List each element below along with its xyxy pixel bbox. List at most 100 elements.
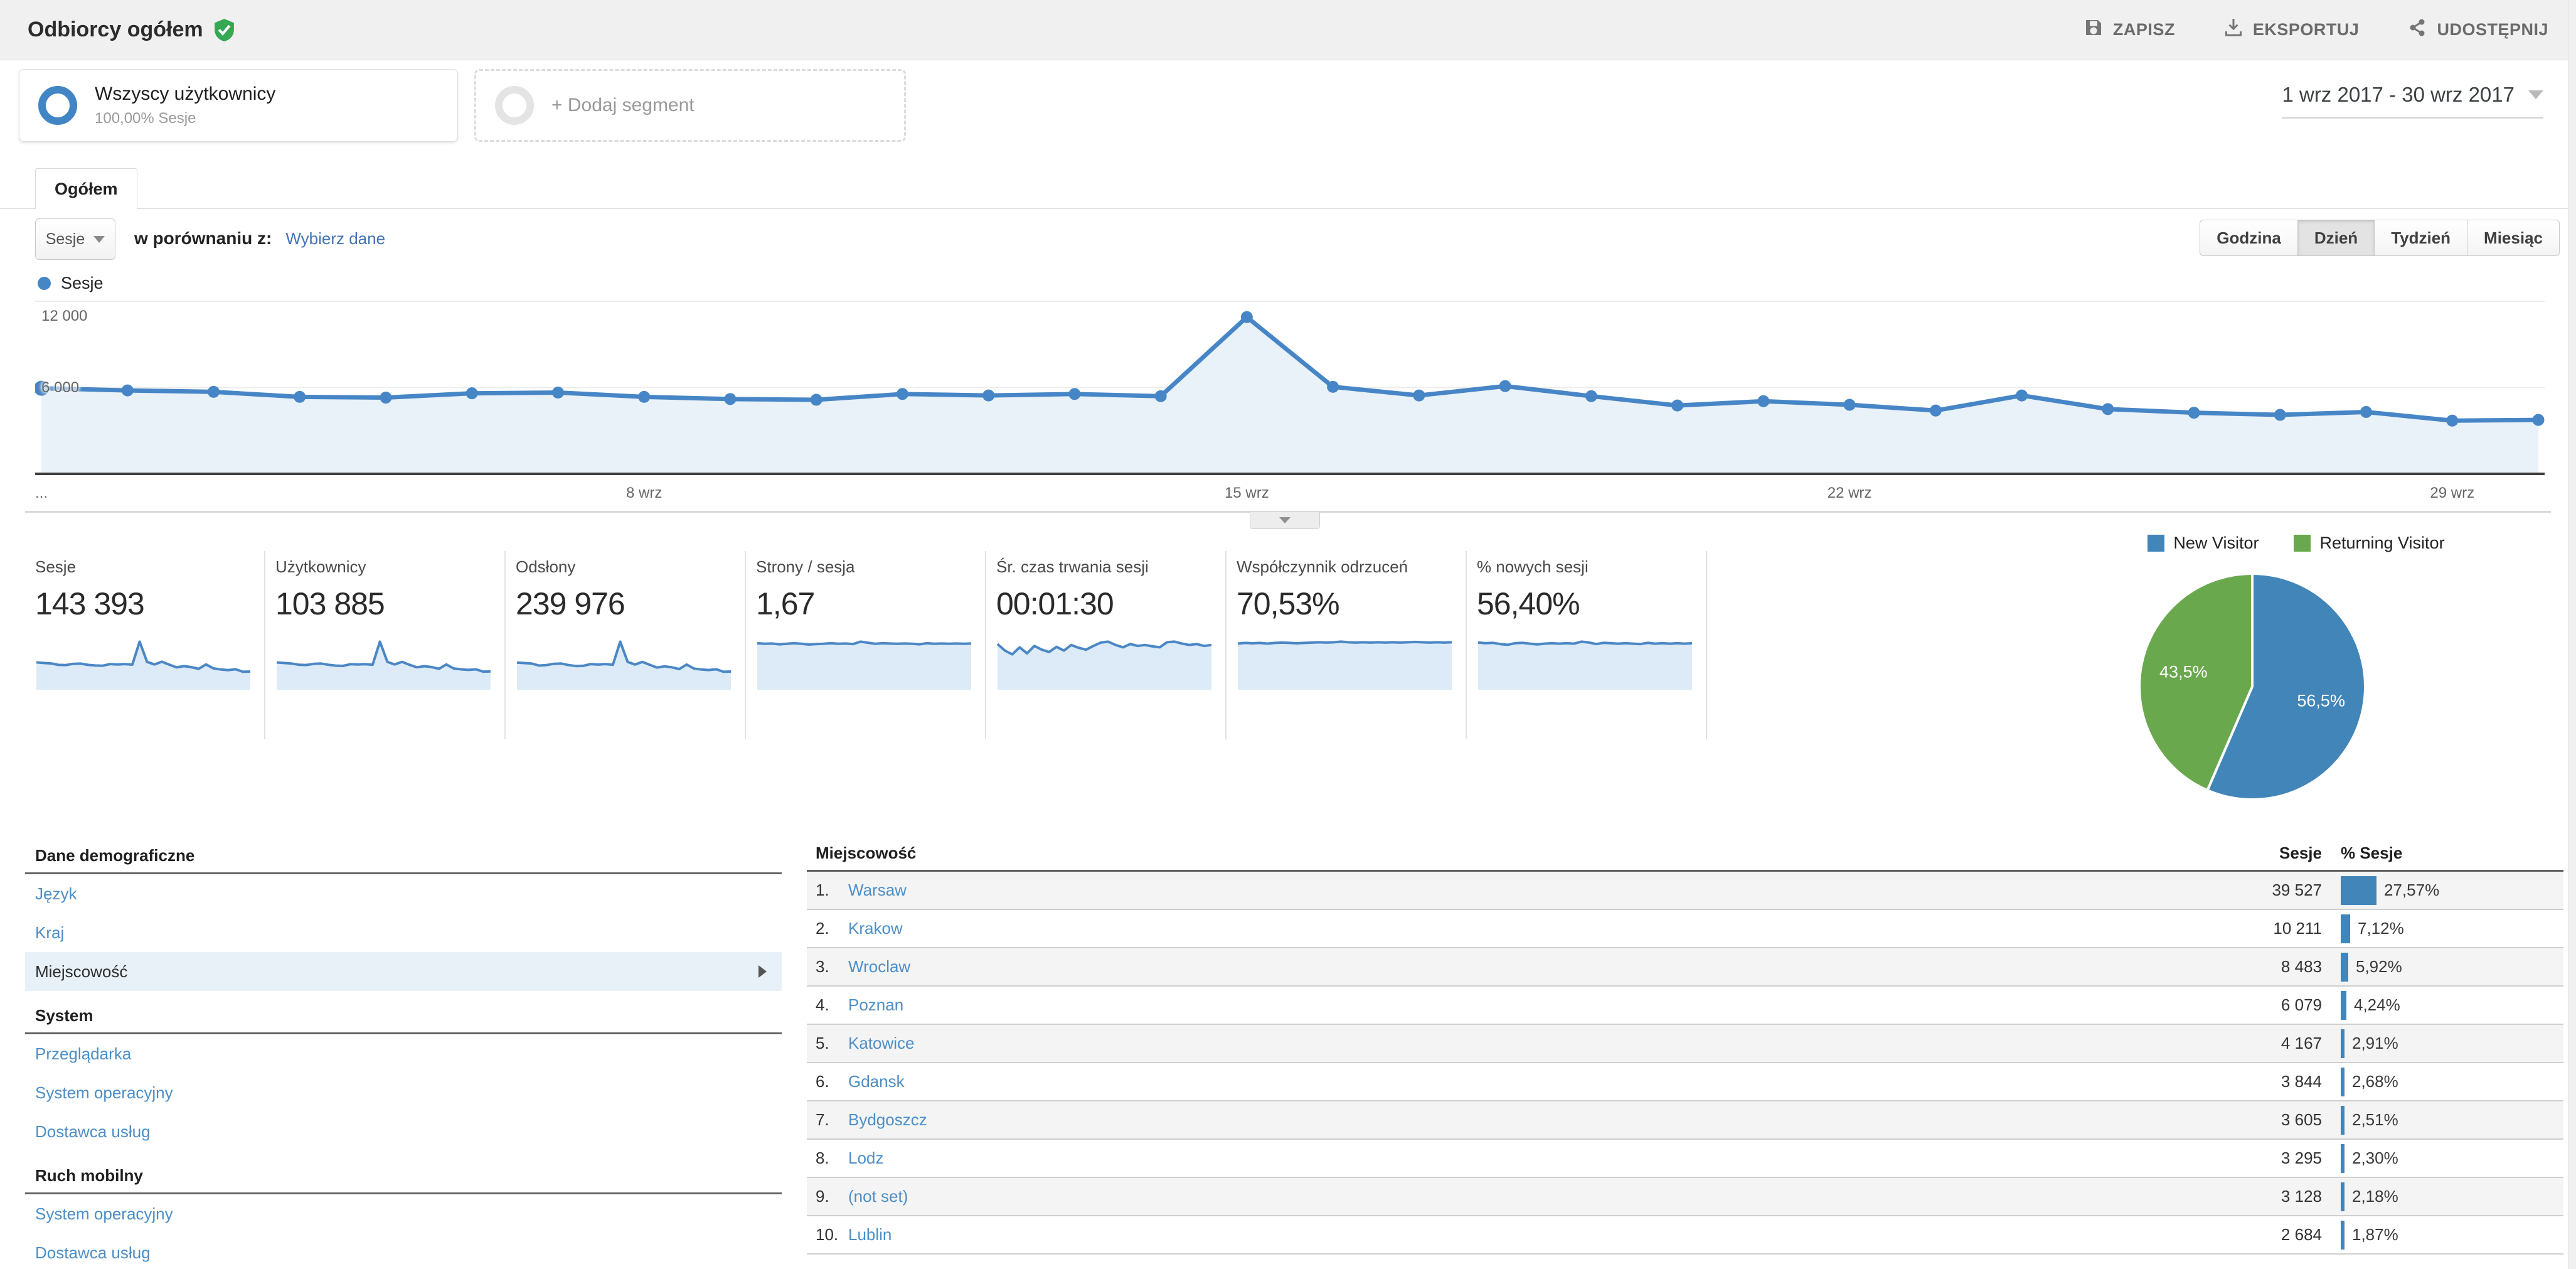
city-link[interactable]: Wroclaw: [848, 957, 910, 977]
metric-card-4[interactable]: Strony / sesja 1,67: [746, 551, 986, 739]
y-axis-tick: 6 000: [41, 379, 80, 396]
save-button[interactable]: ZAPISZ: [2084, 18, 2175, 41]
pct-bar: [2341, 990, 2346, 1020]
sidebar-item-dostawca-uslug[interactable]: Dostawca usług: [25, 1112, 782, 1151]
metric-card-3[interactable]: Odsłony 239 976: [506, 551, 746, 739]
chevron-down-icon: [93, 235, 105, 243]
metric-card-2[interactable]: Użytkownicy 103 885: [265, 551, 506, 739]
city-cell: 6. Gdansk: [807, 1072, 2196, 1091]
table-row[interactable]: 5. Katowice 4 167 2,91%: [807, 1025, 2563, 1063]
metric-value: 70,53%: [1237, 586, 1340, 621]
row-rank: 1.: [816, 881, 829, 899]
city-cell: 9. (not set): [807, 1187, 2196, 1206]
sidebar-item-przegladarka[interactable]: Przeglądarka: [25, 1034, 782, 1073]
visitor-type-pie-chart[interactable]: 56,5% 43,5%: [2136, 570, 2369, 803]
row-rank: 5.: [816, 1034, 829, 1052]
date-range-picker[interactable]: 1 wrz 2017 - 30 wrz 2017: [2282, 83, 2543, 119]
sidebar-item-label: System operacyjny: [35, 1083, 173, 1102]
city-link[interactable]: Lodz: [848, 1149, 883, 1168]
city-link[interactable]: Lublin: [848, 1225, 891, 1245]
sidebar-item-jezyk[interactable]: Język: [25, 874, 782, 913]
column-header-sessions[interactable]: Sesje: [2196, 843, 2322, 863]
city-link[interactable]: (not set): [848, 1187, 908, 1206]
granularity-dzień[interactable]: Dzień: [2297, 220, 2375, 256]
pct-cell: 4,24%: [2322, 990, 2563, 1020]
table-row[interactable]: 9. (not set) 3 128 2,18%: [807, 1178, 2563, 1216]
chevron-down-icon: [1279, 517, 1291, 523]
city-cell: 2. Krakow: [807, 919, 2196, 938]
city-link[interactable]: Warsaw: [848, 881, 907, 900]
scrollbar[interactable]: [2568, 0, 2576, 1269]
x-axis-tick: 15 wrz: [1225, 485, 1269, 501]
sidebar-item-mobilny-system-operacyjny[interactable]: System operacyjny: [25, 1194, 782, 1233]
table-row[interactable]: 2. Krakow 10 211 7,12%: [807, 910, 2563, 948]
sidebar-item-mobilny-dostawca-uslug[interactable]: Dostawca usług: [25, 1233, 782, 1269]
column-header-pct-sessions[interactable]: % Sesje: [2322, 843, 2563, 863]
row-rank: 2.: [816, 919, 829, 938]
city-link[interactable]: Krakow: [848, 919, 903, 938]
pie-slice-label: 56,5%: [2297, 691, 2345, 710]
table-row[interactable]: 4. Poznan 6 079 4,24%: [807, 987, 2563, 1025]
sessions-cell: 3 605: [2281, 1110, 2322, 1129]
table-row[interactable]: 7. Bydgoszcz 3 605 2,51%: [807, 1101, 2563, 1140]
city-link[interactable]: Gdansk: [848, 1072, 905, 1091]
table-row[interactable]: 1. Warsaw 39 527 27,57%: [807, 872, 2563, 910]
pct-cell: 2,18%: [2322, 1182, 2563, 1211]
metric-value: 00:01:30: [996, 586, 1114, 621]
metric-card-1[interactable]: Sesje 143 393: [25, 551, 265, 739]
metric-select-value: Sesje: [45, 230, 85, 248]
city-cell: 7. Bydgoszcz: [807, 1110, 2196, 1130]
y-axis-tick: 12 000: [41, 308, 88, 324]
save-label: ZAPISZ: [2112, 20, 2175, 39]
granularity-tydzień[interactable]: Tydzień: [2374, 220, 2468, 256]
add-segment-button[interactable]: + Dodaj segment: [474, 69, 906, 142]
compare-select-link[interactable]: Wybierz dane: [285, 229, 385, 249]
tab-ogolem[interactable]: Ogółem: [35, 168, 137, 209]
nav-section: System Przeglądarka System operacyjny Dosta…: [25, 996, 782, 1151]
sidebar-item-system-operacyjny[interactable]: System operacyjny: [25, 1073, 782, 1112]
sidebar-item-miejscowosc[interactable]: Miejscowość: [25, 952, 782, 991]
sessions-cell: 2 684: [2281, 1225, 2322, 1244]
sidebar-item-kraj[interactable]: Kraj: [25, 913, 782, 952]
table-row[interactable]: 8. Lodz 3 295 2,30%: [807, 1140, 2563, 1178]
pct-cell: 2,68%: [2322, 1067, 2563, 1096]
pie-legend-item: New Visitor: [2148, 533, 2259, 553]
share-icon: [2408, 18, 2427, 41]
metric-sparkline: [996, 632, 1225, 695]
sessions-line-chart[interactable]: [35, 295, 2545, 478]
sessions-cell: 3 295: [2281, 1149, 2322, 1167]
series-label: Sesje: [61, 274, 104, 292]
column-header-city[interactable]: Miejscowość: [807, 843, 2196, 863]
metric-card-5[interactable]: Śr. czas trwania sesji 00:01:30: [986, 551, 1227, 739]
sessions-cell: 6 079: [2281, 995, 2322, 1014]
metric-card-7[interactable]: % nowych sesji 56,40%: [1467, 551, 1707, 739]
metric-value: 239 976: [516, 586, 625, 621]
metric-sparkline: [275, 632, 504, 695]
granularity-godzina[interactable]: Godzina: [2200, 220, 2298, 256]
granularity-miesiąc[interactable]: Miesiąc: [2467, 220, 2560, 256]
pct-bar: [2341, 1143, 2344, 1173]
city-cell: 5. Katowice: [807, 1034, 2196, 1053]
metric-sparkline: [1237, 632, 1466, 695]
city-link[interactable]: Katowice: [848, 1034, 915, 1053]
export-button[interactable]: EKSPORTUJ: [2224, 18, 2360, 42]
table-row[interactable]: 6. Gdansk 3 844 2,68%: [807, 1063, 2563, 1101]
share-button[interactable]: UDOSTĘPNIJ: [2408, 18, 2548, 41]
x-axis: 8 wrz 15 wrz 22 wrz 29 wrz: [0, 485, 2576, 506]
table-row[interactable]: 10. Lublin 2 684 1,87%: [807, 1216, 2563, 1255]
annotations-expander[interactable]: [1250, 512, 1320, 529]
metric-select-dropdown[interactable]: Sesje: [35, 218, 115, 260]
pct-cell: 7,12%: [2322, 914, 2563, 943]
table-row[interactable]: 3. Wroclaw 8 483 5,92%: [807, 948, 2563, 987]
nav-section: Dane demograficzne Język Kraj Miejscowość: [25, 836, 782, 991]
city-cell: 10. Lublin: [807, 1225, 2196, 1245]
metric-card-6[interactable]: Współczynnik odrzuceń 70,53%: [1227, 551, 1467, 739]
sessions-cell: 4 167: [2281, 1034, 2322, 1052]
city-link[interactable]: Poznan: [848, 995, 903, 1015]
sidebar-item-label: System operacyjny: [35, 1204, 173, 1223]
city-link[interactable]: Bydgoszcz: [848, 1110, 927, 1130]
pie-slice-label: 43,5%: [2159, 662, 2208, 682]
legend-swatch-icon: [2148, 535, 2165, 552]
segment-all-users[interactable]: Wszyscy użytkownicy 100,00% Sesje: [19, 69, 458, 142]
segment-ring-icon: [38, 86, 77, 125]
